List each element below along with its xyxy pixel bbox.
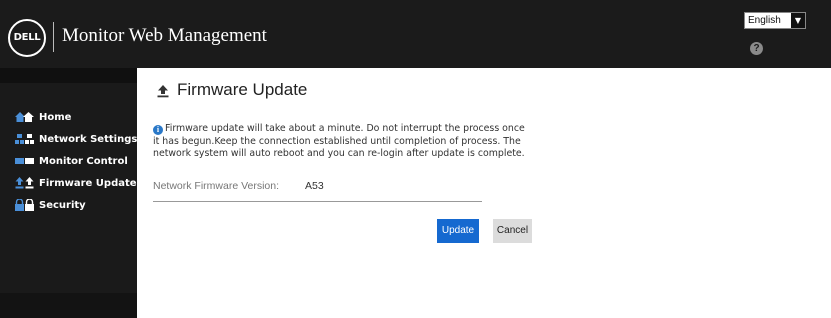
page-title: Firmware Update	[156, 80, 307, 100]
help-icon[interactable]: ?	[750, 42, 763, 55]
sidebar-item-security[interactable]: Security	[0, 194, 137, 216]
page-title-text: Firmware Update	[177, 80, 308, 99]
sidebar-item-label: Network Settings	[39, 133, 138, 145]
language-select[interactable]: English ▼	[744, 12, 806, 29]
monitor-icon	[15, 155, 35, 167]
sidebar-item-monitor-control[interactable]: Monitor Control	[0, 150, 137, 172]
language-selected-value: English	[748, 15, 781, 26]
sidebar-bottom-strip	[0, 293, 137, 318]
app-title: Monitor Web Management	[62, 25, 267, 46]
info-icon: i	[153, 125, 163, 135]
upload-icon	[156, 83, 170, 98]
sidebar-item-label: Home	[39, 111, 72, 123]
dell-logo: DELL	[8, 19, 46, 57]
sidebar-nav: Home Network Settings Monitor Control Fi…	[0, 106, 137, 216]
main-content	[137, 68, 831, 318]
sidebar-item-label: Security	[39, 199, 86, 211]
home-icon	[15, 111, 35, 123]
sidebar-item-label: Firmware Update	[39, 177, 137, 189]
info-message-text: Firmware update will take about a minute…	[153, 123, 525, 159]
firmware-version-label: Network Firmware Version:	[153, 180, 280, 192]
firmware-version-value: A53	[305, 180, 324, 192]
network-icon	[15, 133, 35, 145]
chevron-down-icon[interactable]: ▼	[791, 13, 805, 28]
sidebar-item-home[interactable]: Home	[0, 106, 137, 128]
title-divider	[53, 22, 54, 52]
sidebar-item-label: Monitor Control	[39, 155, 128, 167]
update-button[interactable]: Update	[437, 219, 479, 243]
cancel-button[interactable]: Cancel	[493, 219, 532, 243]
sidebar-item-firmware-update[interactable]: Firmware Update	[0, 172, 137, 194]
sidebar-top-strip	[0, 68, 137, 83]
lock-icon	[15, 199, 35, 211]
info-message: i Firmware update will take about a minut…	[153, 123, 533, 161]
divider	[153, 201, 482, 202]
sidebar-item-network-settings[interactable]: Network Settings	[0, 128, 137, 150]
upload-icon	[15, 177, 35, 189]
